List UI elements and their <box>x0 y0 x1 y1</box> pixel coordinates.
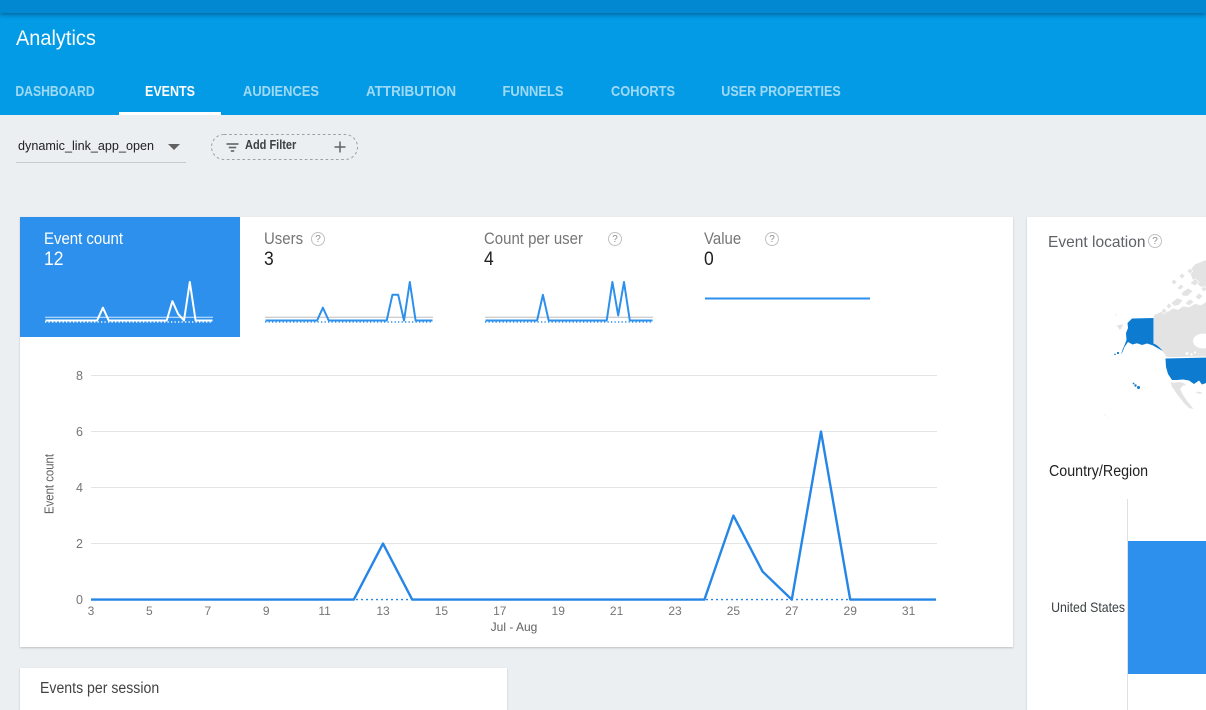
svg-text:31: 31 <box>902 604 916 618</box>
svg-text:21: 21 <box>610 604 624 618</box>
svg-text:29: 29 <box>844 604 858 618</box>
svg-text:11: 11 <box>318 604 331 618</box>
svg-text:9: 9 <box>263 604 270 618</box>
svg-text:23: 23 <box>668 604 682 618</box>
svg-text:2: 2 <box>76 537 83 551</box>
svg-text:25: 25 <box>727 604 741 618</box>
svg-text:Jul - Aug: Jul - Aug <box>491 620 538 634</box>
svg-text:0: 0 <box>76 593 83 607</box>
svg-text:5: 5 <box>146 604 153 618</box>
svg-text:27: 27 <box>785 604 799 618</box>
svg-text:7: 7 <box>204 604 211 618</box>
svg-text:19: 19 <box>552 604 566 618</box>
svg-text:Event count: Event count <box>42 454 57 514</box>
svg-text:4: 4 <box>76 481 83 495</box>
svg-text:6: 6 <box>76 425 83 439</box>
svg-text:3: 3 <box>88 604 95 618</box>
svg-text:15: 15 <box>435 604 449 618</box>
svg-text:13: 13 <box>376 604 390 618</box>
svg-text:8: 8 <box>76 369 83 383</box>
svg-text:17: 17 <box>493 604 507 618</box>
